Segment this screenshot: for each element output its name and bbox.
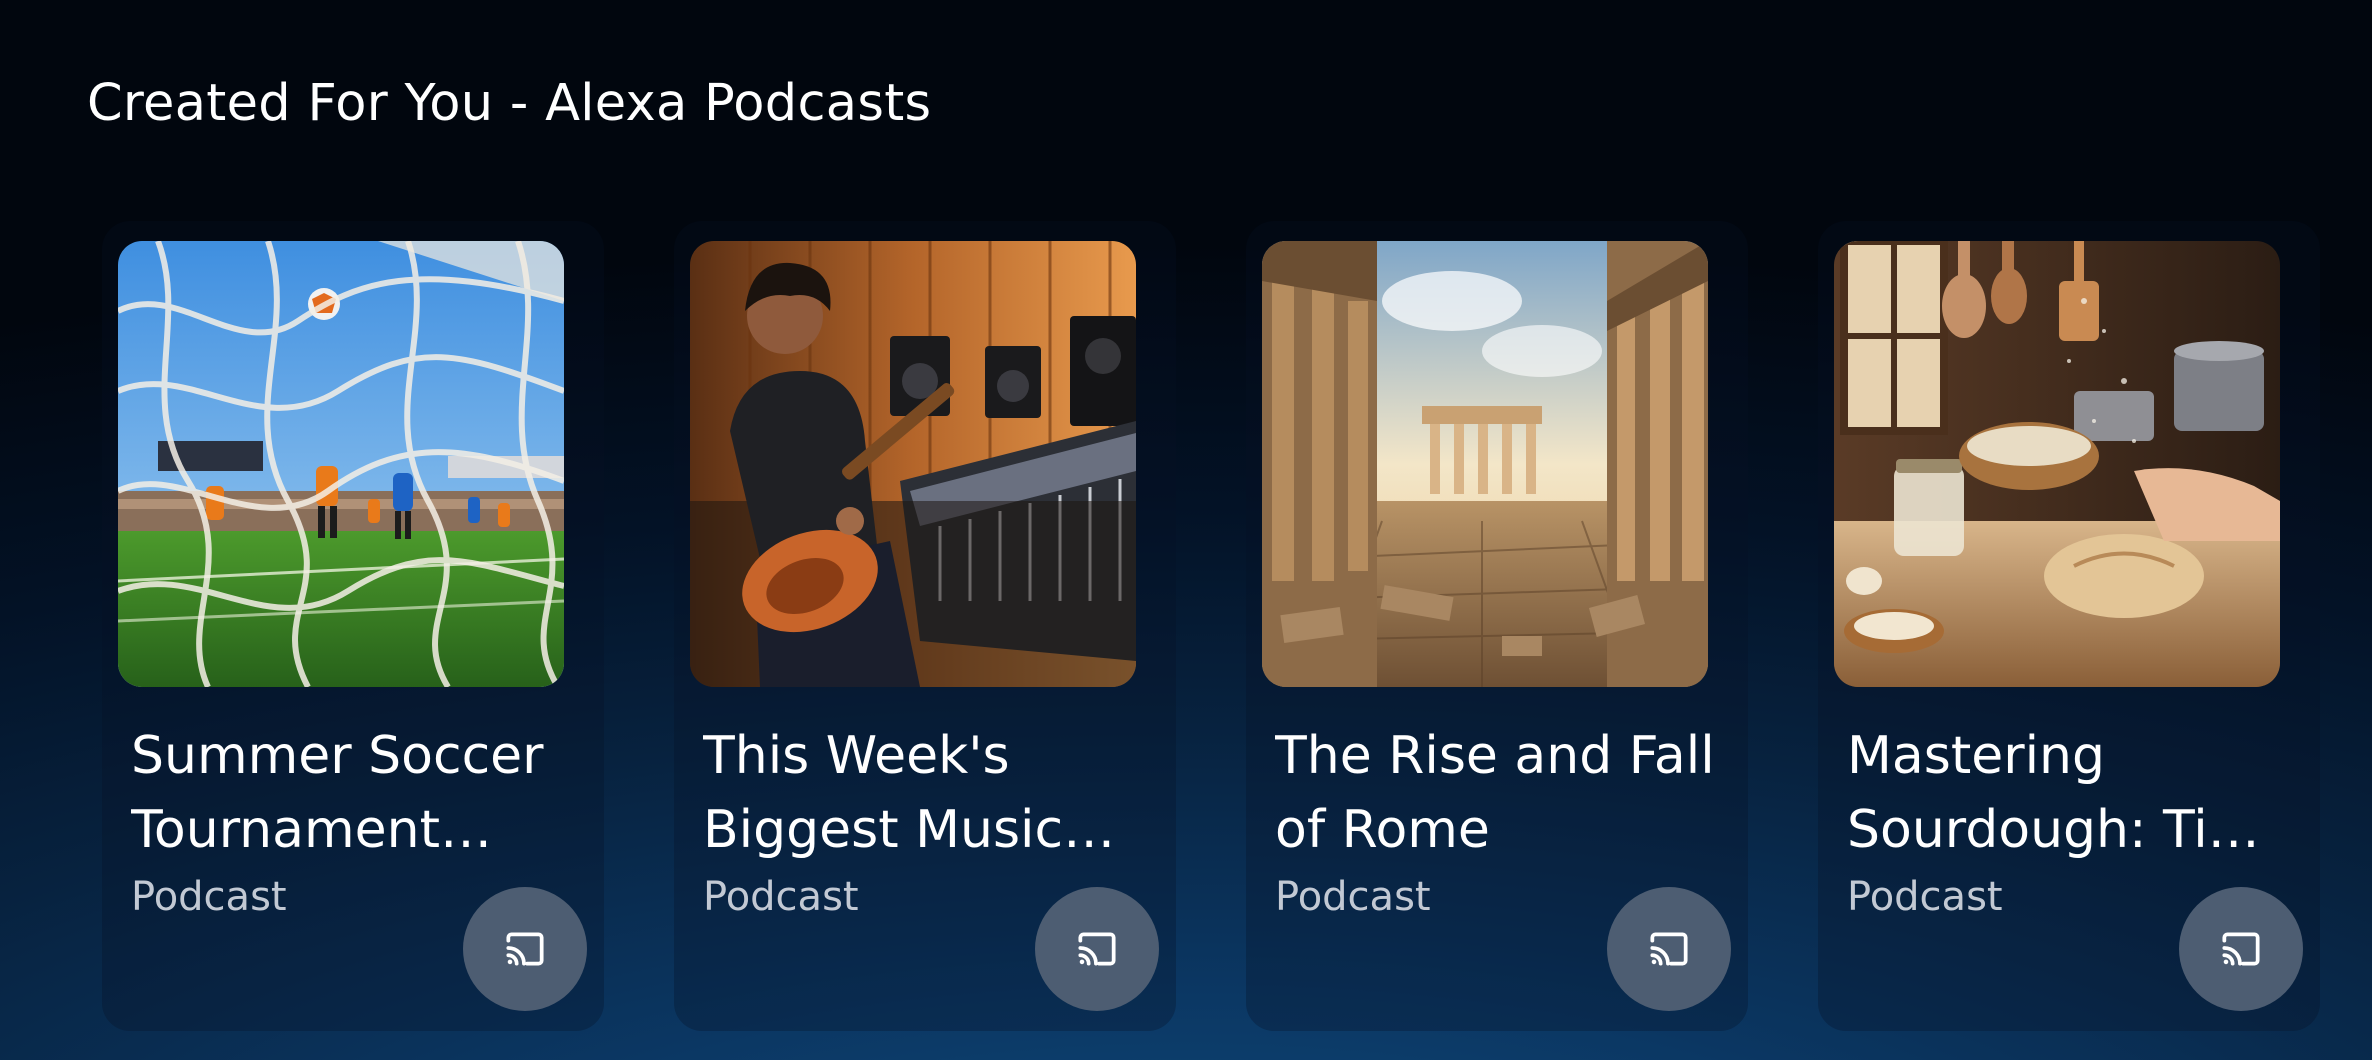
podcast-card-rome[interactable]: The Rise and Fall of Rome Podcast [1246, 221, 1748, 1031]
podcast-artwork-sourdough[interactable] [1834, 241, 2280, 687]
cast-button[interactable] [1607, 887, 1731, 1011]
podcast-title: Summer Soccer Tournament Highlights [131, 726, 544, 860]
soccer-goal-net-illustration [118, 241, 564, 687]
podcast-artwork-rome[interactable] [1262, 241, 1708, 687]
guitarist-in-studio-illustration [690, 241, 1136, 687]
podcast-card-sourdough[interactable]: Mastering Sourdough: Tips and Tricks Pod… [1818, 221, 2320, 1031]
podcast-carousel: Summer Soccer Tournament Highlights Podc… [0, 0, 2372, 1060]
podcast-title: The Rise and Fall of Rome [1275, 726, 1715, 860]
podcast-card-music[interactable]: This Week's Biggest Music News Podcast [674, 221, 1176, 1031]
cast-icon [2222, 932, 2260, 966]
cast-button[interactable] [1035, 887, 1159, 1011]
cast-icon [1078, 932, 1116, 966]
podcast-title: This Week's Biggest Music News [703, 726, 1064, 860]
podcast-title: Mastering Sourdough: Tips and Tricks [1847, 726, 2268, 860]
bread-baking-kitchen-illustration [1834, 241, 2280, 687]
cast-icon [1650, 932, 1688, 966]
roman-forum-ruins-illustration [1262, 241, 1708, 687]
cast-icon [506, 932, 544, 966]
podcast-artwork-soccer[interactable] [118, 241, 564, 687]
cast-button[interactable] [2179, 887, 2303, 1011]
podcast-type-label: Podcast [1847, 874, 2003, 920]
podcast-type-label: Podcast [131, 874, 287, 920]
cast-button[interactable] [463, 887, 587, 1011]
podcast-artwork-music[interactable] [690, 241, 1136, 687]
podcast-type-label: Podcast [1275, 874, 1431, 920]
podcast-type-label: Podcast [703, 874, 859, 920]
podcast-card-soccer[interactable]: Summer Soccer Tournament Highlights Podc… [102, 221, 604, 1031]
